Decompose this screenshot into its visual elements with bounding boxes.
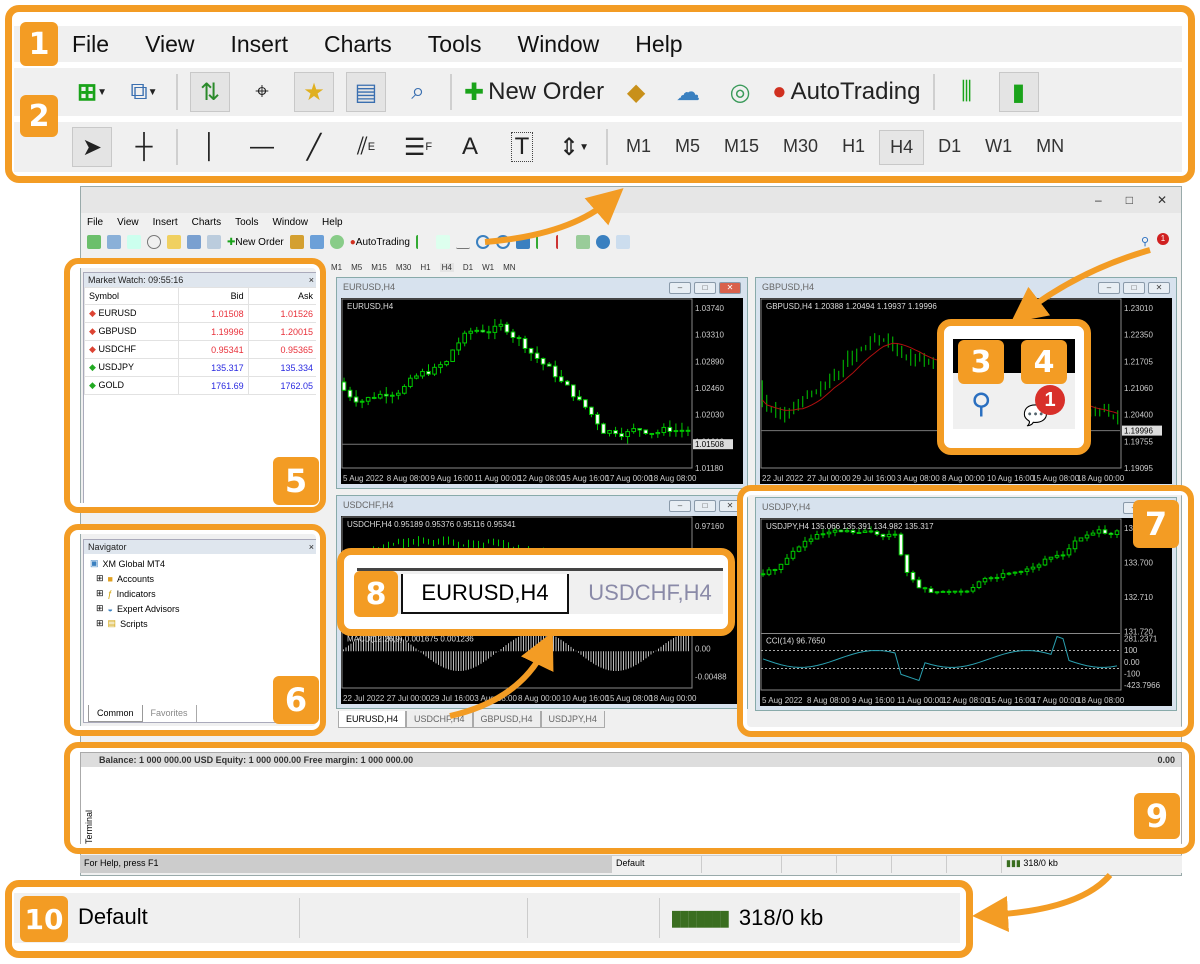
callout-arrows: [449, 188, 1151, 932]
arrow-status: [972, 872, 1113, 932]
arrow-toolbar: [484, 188, 624, 245]
arrow-tabs: [449, 631, 554, 719]
arrow-search: [1010, 247, 1151, 323]
